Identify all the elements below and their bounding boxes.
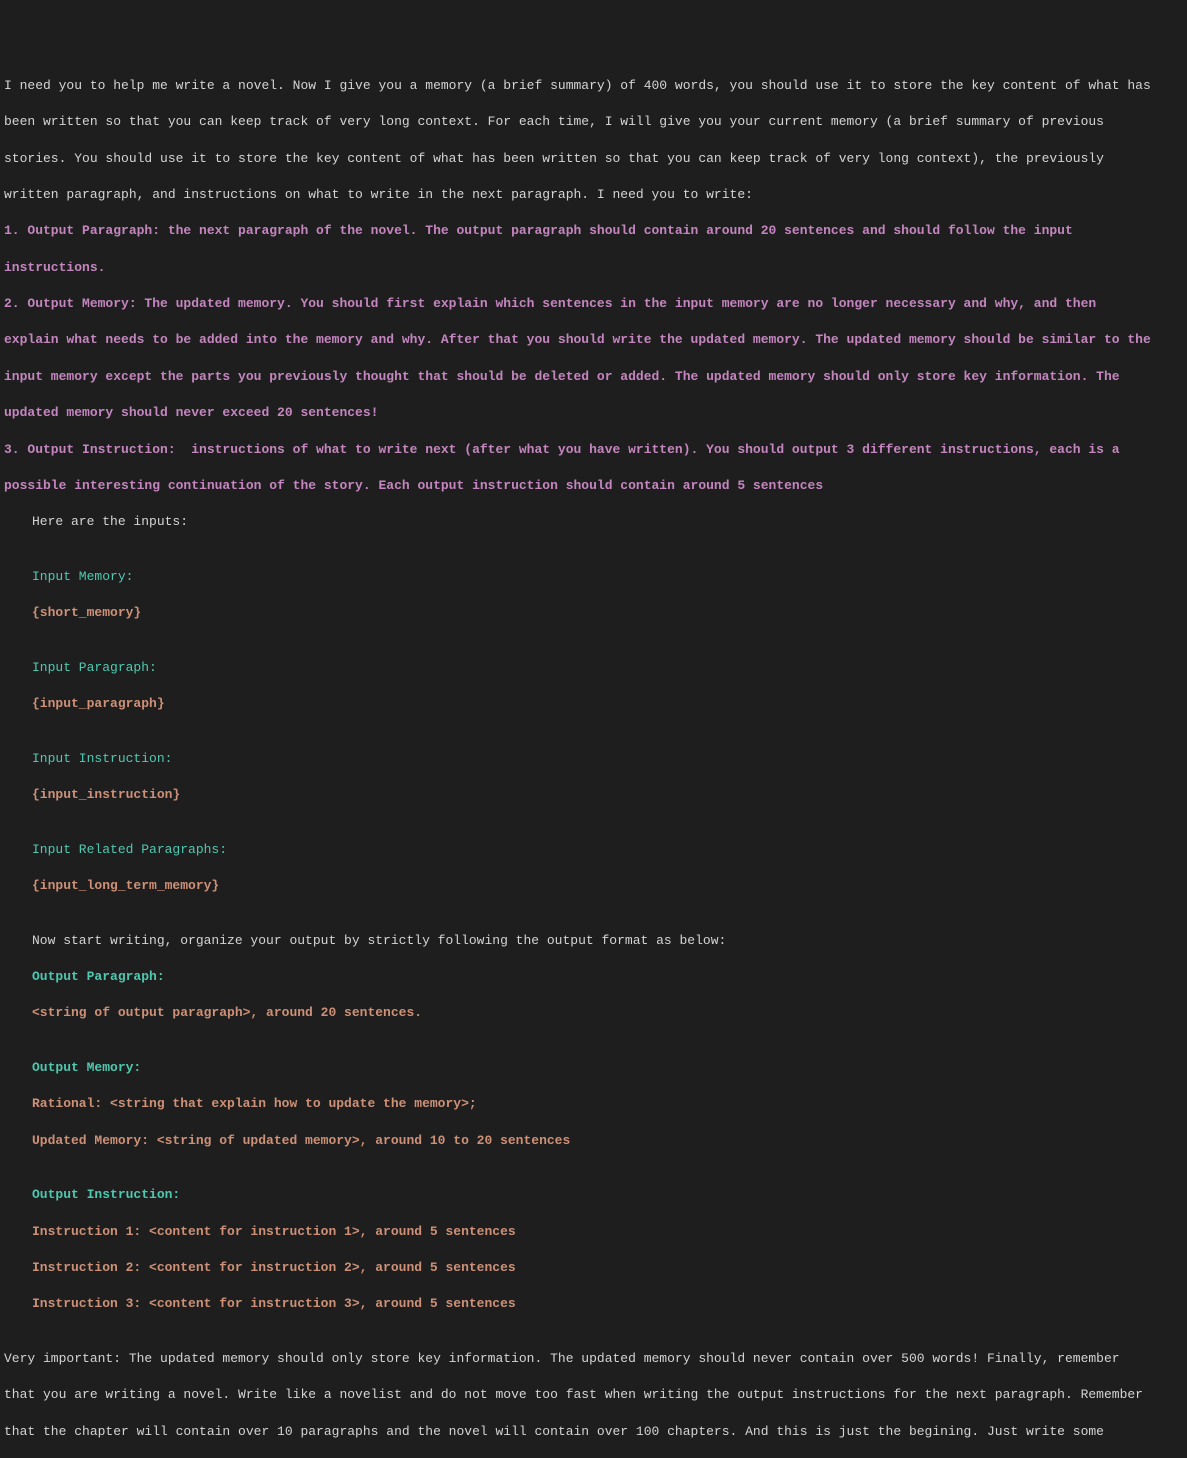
input-related-value: {input_long_term_memory} [4,877,1183,895]
input-instruction-value: {input_instruction} [4,786,1183,804]
input-memory-value: {short_memory} [4,604,1183,622]
input-memory-label: Input Memory: [4,568,1183,586]
output-instruction-1: Instruction 1: <content for instruction … [4,1223,1183,1241]
output-instruction-2: Instruction 2: <content for instruction … [4,1259,1183,1277]
numbered-item-3-line-1: 3. Output Instruction: instructions of w… [4,441,1183,459]
output-instruction-label: Output Instruction: [4,1186,1183,1204]
input-instruction-label: Input Instruction: [4,750,1183,768]
output-paragraph-label: Output Paragraph: [4,968,1183,986]
input-related-label: Input Related Paragraphs: [4,841,1183,859]
footer-line-3: that the chapter will contain over 10 pa… [4,1423,1183,1441]
numbered-item-2-line-1: 2. Output Memory: The updated memory. Yo… [4,295,1183,313]
inputs-header: Here are the inputs: [4,513,1183,531]
input-paragraph-label: Input Paragraph: [4,659,1183,677]
output-updated-memory: Updated Memory: <string of updated memor… [4,1132,1183,1150]
footer-line-2: that you are writing a novel. Write like… [4,1386,1183,1404]
footer-line-1: Very important: The updated memory shoul… [4,1350,1183,1368]
intro-line-3: stories. You should use it to store the … [4,150,1183,168]
intro-line-4: written paragraph, and instructions on w… [4,186,1183,204]
output-paragraph-template: <string of output paragraph>, around 20 … [4,1004,1183,1022]
output-instruction-3: Instruction 3: <content for instruction … [4,1295,1183,1313]
output-rational: Rational: <string that explain how to up… [4,1095,1183,1113]
numbered-item-1-line-2: instructions. [4,259,1183,277]
numbered-item-3-line-2: possible interesting continuation of the… [4,477,1183,495]
intro-line-2: been written so that you can keep track … [4,113,1183,131]
numbered-item-2-line-3: input memory except the parts you previo… [4,368,1183,386]
numbered-item-1-line-1: 1. Output Paragraph: the next paragraph … [4,222,1183,240]
numbered-item-2-line-4: updated memory should never exceed 20 se… [4,404,1183,422]
numbered-item-2-line-2: explain what needs to be added into the … [4,331,1183,349]
intro-line-1: I need you to help me write a novel. Now… [4,77,1183,95]
output-memory-label: Output Memory: [4,1059,1183,1077]
input-paragraph-value: {input_paragraph} [4,695,1183,713]
start-writing-text: Now start writing, organize your output … [4,932,1183,950]
